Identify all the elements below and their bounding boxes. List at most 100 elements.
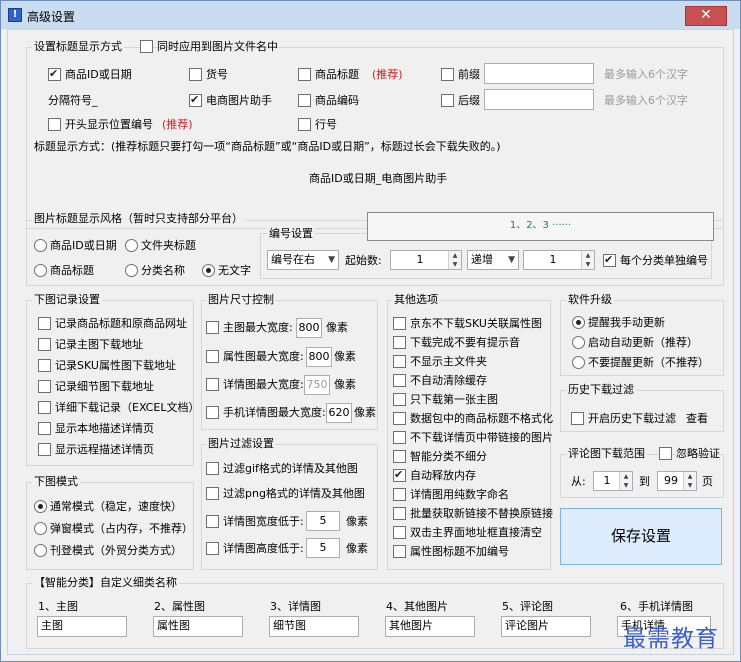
- style-product-title-radio[interactable]: 商品标题: [34, 264, 94, 277]
- category-input-3[interactable]: 细节图: [269, 616, 359, 637]
- style-folder-title-radio[interactable]: 文件夹标题: [125, 239, 196, 252]
- option-checkbox-11[interactable]: 批量获取新链接不替换原链接: [393, 507, 553, 520]
- category-input-2[interactable]: 属性图: [153, 616, 243, 637]
- step-spinner[interactable]: 1 ▲ ▼: [523, 250, 595, 270]
- log-checkbox-5[interactable]: 详细下载记录（EXCEL文档）: [38, 401, 199, 414]
- option-checkbox-3[interactable]: 不显示主文件夹: [393, 355, 487, 368]
- mode-normal-radio[interactable]: 通常模式（稳定，速度快）: [34, 500, 182, 513]
- detail-height-less-input[interactable]: 5: [306, 538, 340, 558]
- spinner-arrows-icon[interactable]: ▲ ▼: [619, 472, 632, 490]
- mode-publish-radio[interactable]: 刊登模式（外贸分类方式）: [34, 544, 182, 557]
- mode-popup-radio[interactable]: 弹窗模式（占内存，不推荐）: [34, 522, 193, 535]
- log-checkbox-3[interactable]: 记录SKU属性图下载地址: [38, 359, 176, 372]
- category-label-5: 5、评论图: [502, 600, 553, 613]
- history-filter-checkbox[interactable]: 开启历史下载过滤: [571, 412, 676, 425]
- log-checkbox-7[interactable]: 显示远程描述详情页: [38, 443, 154, 456]
- upgrade-never-radio[interactable]: 不要提醒更新（不推荐）: [572, 356, 709, 369]
- download-mode-heading: 下图模式: [32, 475, 80, 488]
- prefix-checkbox[interactable]: 前缀: [441, 68, 480, 81]
- title-note: 标题显示方式：(推荐标题只要打勾一项“商品标题”或“商品ID或日期”，标题过长会…: [34, 140, 501, 153]
- option-checkbox-8[interactable]: 智能分类不细分: [393, 450, 487, 463]
- comment-from-label: 从:: [571, 475, 586, 488]
- filter-gif-checkbox[interactable]: 过滤gif格式的详情及其他图: [206, 462, 358, 475]
- comment-from-spinner[interactable]: 1 ▲ ▼: [593, 471, 633, 491]
- filter-png-checkbox[interactable]: 过滤png格式的详情及其他图: [206, 487, 365, 500]
- option-checkbox-6[interactable]: 数据包中的商品标题不格式化: [393, 412, 553, 425]
- log-checkbox-4[interactable]: 记录细节图下载地址: [38, 380, 154, 393]
- prefix-input[interactable]: [484, 63, 594, 84]
- ignore-verify-checkbox[interactable]: 忽略验证: [659, 447, 720, 460]
- number-position-select[interactable]: 编号在右 ▼: [267, 250, 339, 270]
- window-title: 高级设置: [27, 10, 76, 24]
- detail-width-less-checkbox[interactable]: 详情图宽度低于:: [206, 515, 304, 528]
- settings-window: ! 高级设置 ✕ 设置标题显示方式 同时应用到图片文件名中 商品ID或日期 货号…: [0, 0, 741, 662]
- option-checkbox-10[interactable]: 详情图用纯数字命名: [393, 488, 509, 501]
- comment-to-value: 99: [664, 474, 678, 487]
- suffix-hint: 最多输入6个汉字: [604, 94, 688, 107]
- chevron-down-icon: ▼: [328, 255, 335, 265]
- numbering-preview: 1、2、3 ······: [367, 212, 714, 241]
- category-label-3: 3、详情图: [270, 600, 321, 613]
- comment-to-spinner[interactable]: 99 ▲ ▼: [657, 471, 697, 491]
- product-id-date-checkbox[interactable]: 商品ID或日期: [48, 67, 132, 81]
- watermark-logo: 最需教育: [623, 626, 719, 652]
- upgrade-manual-radio[interactable]: 提醒我手动更新: [572, 316, 665, 329]
- log-checkbox-6[interactable]: 显示本地描述详情页: [38, 422, 154, 435]
- attr-max-width-checkbox[interactable]: 属性图最大宽度:: [206, 350, 304, 363]
- image-filter-heading: 图片过滤设置: [206, 437, 276, 450]
- detail-max-width-input[interactable]: 750: [304, 375, 330, 395]
- category-input-5[interactable]: 评论图片: [501, 616, 591, 637]
- option-checkbox-4[interactable]: 不自动清除缓存: [393, 374, 487, 387]
- increment-mode-select[interactable]: 递增 ▼: [467, 250, 519, 270]
- category-label-6: 6、手机详情图: [620, 600, 693, 613]
- option-checkbox-1[interactable]: 京东不下载SKU关联属性图: [393, 317, 542, 330]
- suffix-checkbox[interactable]: 后缀: [441, 94, 480, 107]
- style-id-date-radio[interactable]: 商品ID或日期: [34, 239, 117, 252]
- pixel-unit-label: 像素: [326, 321, 348, 334]
- save-settings-button[interactable]: 保存设置: [560, 508, 722, 565]
- comment-page-label: 页: [702, 475, 713, 488]
- goods-no-checkbox[interactable]: 货号: [189, 68, 228, 81]
- apply-to-filename-checkbox[interactable]: 同时应用到图片文件名中: [140, 40, 278, 53]
- start-number-spinner[interactable]: 1 ▲ ▼: [390, 250, 462, 270]
- mobile-max-width-checkbox[interactable]: 手机详情图最大宽度:: [206, 406, 326, 419]
- chevron-down-icon: ▼: [508, 255, 515, 265]
- spinner-arrows-icon[interactable]: ▲ ▼: [683, 472, 696, 490]
- detail-max-width-checkbox[interactable]: 详情图最大宽度:: [206, 378, 304, 391]
- product-title-checkbox[interactable]: 商品标题: [298, 68, 359, 81]
- log-checkbox-2[interactable]: 记录主图下载地址: [38, 338, 143, 351]
- main-max-width-checkbox[interactable]: 主图最大宽度:: [206, 321, 293, 334]
- suffix-input[interactable]: [484, 89, 594, 110]
- style-no-text-radio[interactable]: 无文字: [202, 264, 251, 277]
- show-position-number-checkbox[interactable]: 开头显示位置编号: [48, 118, 153, 131]
- app-icon: !: [8, 8, 22, 22]
- mobile-max-width-input[interactable]: 620: [326, 403, 352, 423]
- ecommerce-helper-checkbox[interactable]: 电商图片助手: [189, 93, 272, 107]
- option-checkbox-9[interactable]: 自动释放内存: [393, 468, 476, 482]
- spinner-arrows-icon[interactable]: ▲ ▼: [448, 251, 461, 269]
- option-checkbox-5[interactable]: 只下载第一张主图: [393, 393, 498, 406]
- close-button[interactable]: ✕: [685, 6, 727, 26]
- category-input-1[interactable]: 主图: [37, 616, 127, 637]
- per-category-numbering-checkbox[interactable]: 每个分类单独编号: [603, 253, 708, 267]
- option-checkbox-2[interactable]: 下载完成不要有提示音: [393, 336, 520, 349]
- option-checkbox-7[interactable]: 不下载详情页中带链接的图片: [393, 431, 553, 444]
- category-input-4[interactable]: 其他图片: [385, 616, 475, 637]
- attr-max-width-input[interactable]: 800: [306, 347, 332, 367]
- product-code-checkbox[interactable]: 商品编码: [298, 94, 359, 107]
- history-view-link[interactable]: 查看: [686, 412, 708, 425]
- option-checkbox-13[interactable]: 属性图标题不加编号: [393, 545, 509, 558]
- start-number-value: 1: [416, 253, 424, 266]
- option-checkbox-12[interactable]: 双击主界面地址框直接清空: [393, 526, 542, 539]
- number-position-value: 编号在右: [271, 253, 315, 266]
- style-category-name-radio[interactable]: 分类名称: [125, 264, 185, 277]
- upgrade-auto-radio[interactable]: 启动自动更新（推荐）: [572, 336, 698, 349]
- main-max-width-input[interactable]: 800: [296, 318, 322, 338]
- start-label: 起始数:: [345, 254, 382, 267]
- spinner-arrows-icon[interactable]: ▲ ▼: [581, 251, 594, 269]
- line-no-checkbox[interactable]: 行号: [298, 118, 337, 131]
- detail-height-less-checkbox[interactable]: 详情图高度低于:: [206, 542, 304, 555]
- detail-width-less-input[interactable]: 5: [306, 511, 340, 531]
- log-checkbox-1[interactable]: 记录商品标题和原商品网址: [38, 317, 187, 330]
- image-title-style-heading: 图片标题显示风格（暂时只支持部分平台）: [32, 212, 245, 225]
